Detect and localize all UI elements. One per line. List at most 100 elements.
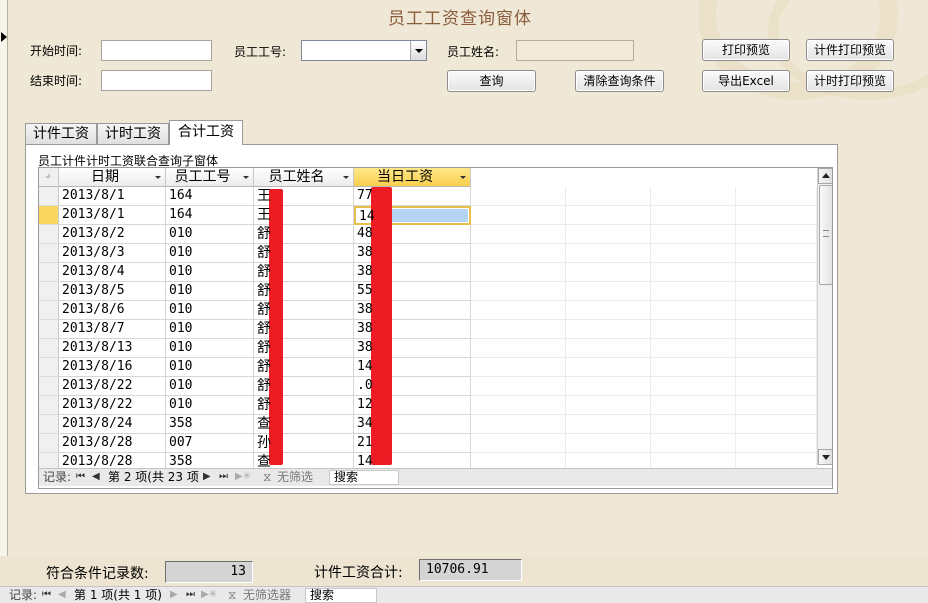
row-selector[interactable] xyxy=(39,244,59,263)
cell-employee-name[interactable]: 舒 xyxy=(254,282,354,301)
form-record-position[interactable]: 第 1 项(共 1 项) xyxy=(74,587,162,603)
employee-id-combo[interactable] xyxy=(301,40,427,61)
row-selector[interactable] xyxy=(39,301,59,320)
table-row[interactable]: 2013/8/3 010 舒 38 xyxy=(39,244,819,263)
subform-search-input[interactable]: 搜索 xyxy=(329,470,399,485)
time-print-preview-button[interactable]: 计时打印预览 xyxy=(806,70,894,92)
cell-date[interactable]: 2013/8/28 xyxy=(59,434,166,453)
employee-name-field[interactable] xyxy=(516,40,634,61)
cell-employee-id[interactable]: 010 xyxy=(166,225,254,244)
cell-date[interactable]: 2013/8/22 xyxy=(59,396,166,415)
scroll-up-icon[interactable] xyxy=(818,168,832,184)
cell-employee-id[interactable]: 007 xyxy=(166,434,254,453)
cell-employee-id[interactable]: 010 xyxy=(166,244,254,263)
tab-piece-wages[interactable]: 计件工资 xyxy=(25,123,97,145)
sort-dropdown-icon[interactable] xyxy=(343,176,349,179)
cell-employee-id[interactable]: 010 xyxy=(166,320,254,339)
sort-dropdown-icon[interactable] xyxy=(155,176,161,179)
cell-employee-id[interactable]: 010 xyxy=(166,396,254,415)
cell-employee-name[interactable]: 舒 xyxy=(254,339,354,358)
cell-date[interactable]: 2013/8/13 xyxy=(59,339,166,358)
tab-total-wages[interactable]: 合计工资 xyxy=(169,120,243,145)
cell-date[interactable]: 2013/8/1 xyxy=(59,206,166,225)
cell-employee-id[interactable]: 010 xyxy=(166,377,254,396)
cell-employee-id[interactable]: 010 xyxy=(166,301,254,320)
start-time-input[interactable] xyxy=(101,40,212,61)
subform-filter-status[interactable]: 无筛选 xyxy=(277,469,313,485)
table-row[interactable]: 2013/8/1 164 王 77 xyxy=(39,187,819,206)
column-header-employee-id[interactable]: 员工工号 xyxy=(166,168,254,187)
row-selector[interactable] xyxy=(39,187,59,206)
table-row[interactable]: 2013/8/16 010 舒 14 xyxy=(39,358,819,377)
cell-employee-id[interactable]: 010 xyxy=(166,339,254,358)
table-row[interactable]: 2013/8/13 010 舒 38 xyxy=(39,339,819,358)
table-row[interactable]: 2013/8/4 010 舒 38 xyxy=(39,263,819,282)
select-all-corner[interactable] xyxy=(39,168,59,187)
clear-conditions-button[interactable]: 清除查询条件 xyxy=(575,70,664,92)
tab-time-wages[interactable]: 计时工资 xyxy=(97,123,169,145)
cell-date[interactable]: 2013/8/7 xyxy=(59,320,166,339)
chevron-down-icon[interactable] xyxy=(410,41,426,60)
cell-employee-name[interactable]: 舒 xyxy=(254,377,354,396)
end-time-input[interactable] xyxy=(101,70,212,91)
form-record-selector[interactable] xyxy=(0,0,8,556)
last-record-icon[interactable]: ⏭ xyxy=(186,587,195,603)
row-selector[interactable] xyxy=(39,225,59,244)
table-row[interactable]: 2013/8/1 164 王 14 xyxy=(39,206,819,225)
cell-date[interactable]: 2013/8/22 xyxy=(59,377,166,396)
subform-record-position[interactable]: 第 2 项(共 23 项 xyxy=(108,469,199,485)
row-selector[interactable] xyxy=(39,377,59,396)
vertical-scrollbar[interactable] xyxy=(817,168,832,465)
column-header-employee-name[interactable]: 员工姓名 xyxy=(254,168,354,187)
cell-employee-name[interactable]: 舒 xyxy=(254,396,354,415)
table-row[interactable]: 2013/8/28 007 孙 21 xyxy=(39,434,819,453)
cell-employee-name[interactable]: 查 xyxy=(254,415,354,434)
form-filter-status[interactable]: 无筛选器 xyxy=(243,587,291,603)
piece-print-preview-button[interactable]: 计件打印预览 xyxy=(806,39,894,61)
cell-employee-name[interactable]: 舒 xyxy=(254,320,354,339)
cell-employee-name[interactable]: 王 xyxy=(254,206,354,225)
sort-dropdown-icon[interactable] xyxy=(243,176,249,179)
scroll-thumb[interactable] xyxy=(819,185,832,285)
table-row[interactable]: 2013/8/24 358 查 34 xyxy=(39,415,819,434)
cell-employee-id[interactable]: 164 xyxy=(166,206,254,225)
scroll-down-icon[interactable] xyxy=(818,449,832,465)
cell-employee-id[interactable]: 010 xyxy=(166,358,254,377)
cell-employee-name[interactable]: 舒 xyxy=(254,225,354,244)
cell-date[interactable]: 2013/8/24 xyxy=(59,415,166,434)
row-selector[interactable] xyxy=(39,415,59,434)
row-selector[interactable] xyxy=(39,282,59,301)
table-row[interactable]: 2013/8/5 010 舒 55 xyxy=(39,282,819,301)
cell-employee-id[interactable]: 010 xyxy=(166,263,254,282)
first-record-icon[interactable]: ⏮ xyxy=(42,587,51,603)
print-preview-button[interactable]: 打印预览 xyxy=(702,39,790,61)
cell-employee-name[interactable]: 孙 xyxy=(254,434,354,453)
table-row[interactable]: 2013/8/2 010 舒 48 xyxy=(39,225,819,244)
cell-daily-wage[interactable]: 14 xyxy=(354,206,471,225)
table-row[interactable]: 2013/8/22 010 舒 12 xyxy=(39,396,819,415)
row-selector[interactable] xyxy=(39,320,59,339)
cell-date[interactable]: 2013/8/2 xyxy=(59,225,166,244)
cell-date[interactable]: 2013/8/4 xyxy=(59,263,166,282)
cell-date[interactable]: 2013/8/1 xyxy=(59,187,166,206)
export-excel-button[interactable]: 导出Excel xyxy=(702,70,790,92)
cell-employee-name[interactable]: 舒 xyxy=(254,244,354,263)
row-selector[interactable] xyxy=(39,434,59,453)
cell-date[interactable]: 2013/8/6 xyxy=(59,301,166,320)
cell-date[interactable]: 2013/8/16 xyxy=(59,358,166,377)
new-record-icon[interactable]: ▶✳ xyxy=(201,587,217,603)
previous-record-icon[interactable]: ◀ xyxy=(92,469,100,485)
new-record-icon[interactable]: ▶✳ xyxy=(235,469,251,485)
cell-employee-id[interactable]: 358 xyxy=(166,415,254,434)
cell-employee-id[interactable]: 010 xyxy=(166,282,254,301)
row-selector[interactable] xyxy=(39,358,59,377)
first-record-icon[interactable]: ⏮ xyxy=(76,469,85,485)
column-header-date[interactable]: 日期 xyxy=(59,168,166,187)
cell-date[interactable]: 2013/8/5 xyxy=(59,282,166,301)
last-record-icon[interactable]: ⏭ xyxy=(219,469,228,485)
previous-record-icon[interactable]: ◀ xyxy=(58,587,66,603)
row-selector[interactable] xyxy=(39,206,59,225)
form-search-input[interactable]: 搜索 xyxy=(305,588,377,603)
cell-date[interactable]: 2013/8/3 xyxy=(59,244,166,263)
cell-employee-name[interactable]: 王 xyxy=(254,187,354,206)
